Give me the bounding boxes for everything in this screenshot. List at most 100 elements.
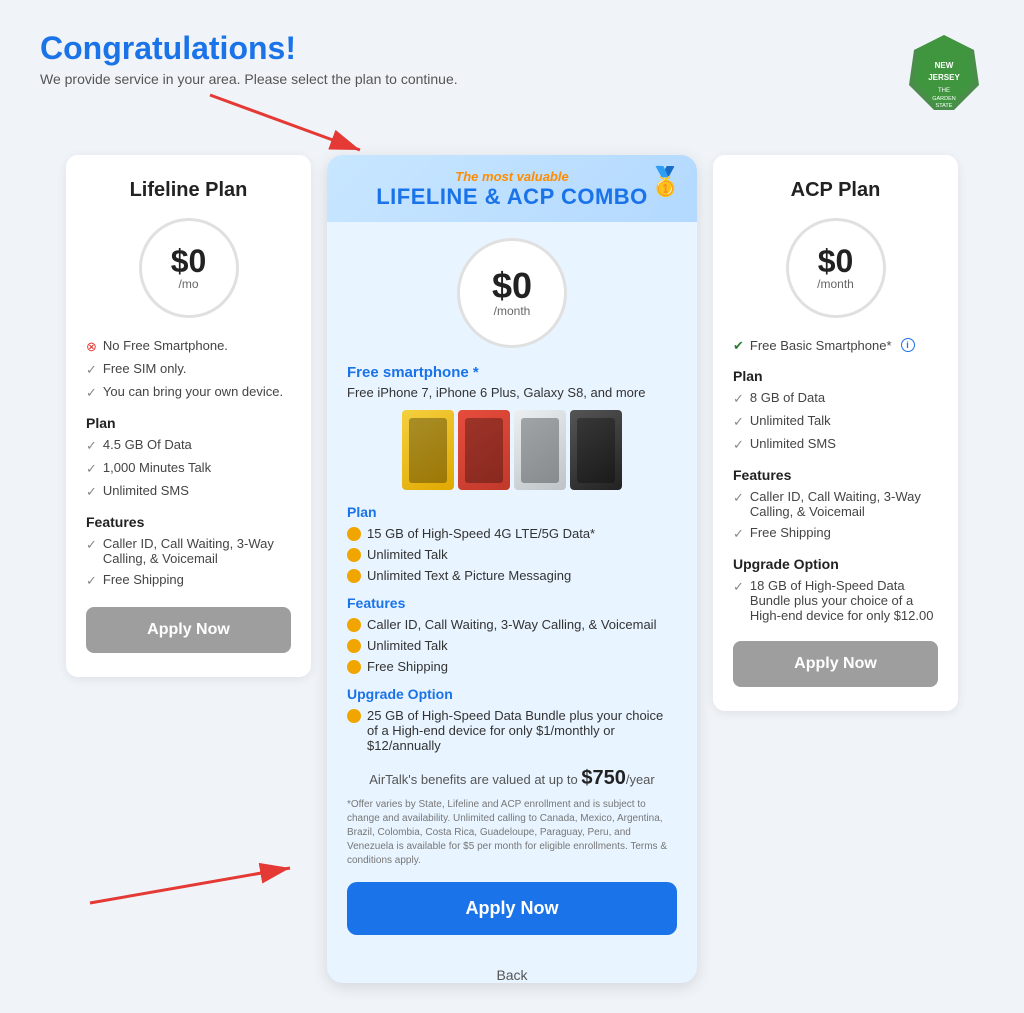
award-badge-icon: 🥇 — [648, 165, 683, 198]
acp-title: ACP Plan — [733, 179, 938, 202]
svg-text:STATE: STATE — [936, 103, 953, 109]
acp-apply-button[interactable]: Apply Now — [733, 641, 938, 687]
combo-features-label: Features — [347, 595, 677, 611]
acp-upgrade-item: ✓ 18 GB of High-Speed Data Bundle plus y… — [733, 578, 938, 623]
gold-bullet — [347, 660, 361, 674]
page-wrapper: Congratulations! We provide service in y… — [0, 0, 1024, 1013]
gold-bullet — [347, 569, 361, 583]
lifeline-features-list: ✓ Caller ID, Call Waiting, 3-Way Calling… — [86, 536, 291, 589]
lifeline-per: /mo — [178, 277, 198, 291]
header: Congratulations! We provide service in y… — [40, 30, 984, 125]
acp-price-circle: $0 /month — [786, 218, 886, 318]
acp-upgrade-features: ✓ 18 GB of High-Speed Data Bundle plus y… — [733, 578, 938, 623]
combo-per: /month — [494, 304, 531, 318]
check-icon: ✓ — [86, 385, 97, 401]
acp-price: $0 — [818, 245, 854, 277]
gold-bullet — [347, 548, 361, 562]
combo-apply-button[interactable]: Apply Now — [347, 882, 677, 935]
airtalk-value-text: AirTalk's benefits are valued at up to $… — [347, 767, 677, 790]
check-green-icon: ✔ — [733, 338, 744, 354]
acp-features-list: ✓ Caller ID, Call Waiting, 3-Way Calling… — [733, 489, 938, 542]
check-icon: ✓ — [733, 490, 744, 506]
gold-bullet — [347, 639, 361, 653]
check-icon: ✓ — [733, 437, 744, 453]
svg-text:THE: THE — [938, 88, 950, 94]
lifeline-data: ✓ 4.5 GB Of Data — [86, 437, 291, 454]
combo-data: 15 GB of High-Speed 4G LTE/5G Data* — [347, 526, 677, 541]
acp-upgrade-label: Upgrade Option — [733, 556, 938, 572]
gold-bullet — [347, 527, 361, 541]
combo-talk: Unlimited Talk — [347, 547, 677, 562]
combo-talk2: Unlimited Talk — [347, 638, 677, 653]
lifeline-plan-features: ✓ 4.5 GB Of Data ✓ 1,000 Minutes Talk ✓ … — [86, 437, 291, 500]
lifeline-no-smartphone: ⊗ No Free Smartphone. — [86, 338, 291, 355]
svg-text:NEW: NEW — [935, 61, 954, 70]
acp-plan-label: Plan — [733, 368, 938, 384]
combo-title: LIFELINE & ACP COMBO — [343, 184, 681, 210]
phone-gold — [402, 410, 454, 490]
acp-voicemail: ✓ Caller ID, Call Waiting, 3-Way Calling… — [733, 489, 938, 519]
combo-price: $0 — [492, 268, 532, 304]
combo-text: Unlimited Text & Picture Messaging — [347, 568, 677, 583]
check-icon: ✓ — [86, 484, 97, 500]
lifeline-free-sim: ✓ Free SIM only. — [86, 361, 291, 378]
check-icon: ✓ — [733, 391, 744, 407]
lifeline-shipping: ✓ Free Shipping — [86, 572, 291, 589]
combo-plan-features: 15 GB of High-Speed 4G LTE/5G Data* Unli… — [347, 526, 677, 583]
nj-logo: NEW JERSEY THE GARDEN STATE — [904, 30, 984, 125]
combo-upgrade-label: Upgrade Option — [347, 686, 677, 702]
phone-white — [514, 410, 566, 490]
lifeline-card: Lifeline Plan $0 /mo ⊗ No Free Smartphon… — [66, 155, 311, 677]
combo-disclaimer: *Offer varies by State, Lifeline and ACP… — [347, 798, 677, 868]
combo-voicemail: Caller ID, Call Waiting, 3-Way Calling, … — [347, 617, 677, 632]
check-icon: ✓ — [86, 537, 97, 553]
acp-per: /month — [817, 277, 854, 291]
acp-features-label: Features — [733, 467, 938, 483]
combo-card: The most valuable LIFELINE & ACP COMBO 🥇… — [327, 155, 697, 983]
check-icon: ✓ — [86, 362, 97, 378]
acp-card: ACP Plan $0 /month ✔ Free Basic Smartpho… — [713, 155, 958, 711]
most-valuable-label: The most valuable — [343, 169, 681, 184]
lifeline-features-label: Features — [86, 514, 291, 530]
lifeline-plan-label: Plan — [86, 415, 291, 431]
check-icon: ✓ — [86, 573, 97, 589]
gold-bullet — [347, 618, 361, 632]
lifeline-apply-button[interactable]: Apply Now — [86, 607, 291, 653]
check-icon: ✓ — [733, 414, 744, 430]
lifeline-voicemail: ✓ Caller ID, Call Waiting, 3-Way Calling… — [86, 536, 291, 566]
acp-plan-features: ✓ 8 GB of Data ✓ Unlimited Talk ✓ Unlimi… — [733, 390, 938, 453]
check-icon: ✓ — [86, 461, 97, 477]
lifeline-price: $0 — [171, 245, 207, 277]
airtalk-dollar: $750 — [581, 767, 626, 789]
combo-upgrade-features: 25 GB of High-Speed Data Bundle plus you… — [347, 708, 677, 753]
info-icon: i — [901, 338, 915, 352]
lifeline-price-circle: $0 /mo — [139, 218, 239, 318]
check-icon: ✓ — [733, 526, 744, 542]
phone-red — [458, 410, 510, 490]
check-icon: ✓ — [733, 579, 744, 595]
page-subtitle: We provide service in your area. Please … — [40, 71, 458, 87]
combo-features-list: Caller ID, Call Waiting, 3-Way Calling, … — [347, 617, 677, 674]
acp-talk: ✓ Unlimited Talk — [733, 413, 938, 430]
svg-text:JERSEY: JERSEY — [928, 73, 960, 82]
check-icon: ✓ — [86, 438, 97, 454]
gold-bullet — [347, 709, 361, 723]
combo-body: $0 /month Free smartphone * Free iPhone … — [327, 222, 697, 955]
plans-container: Lifeline Plan $0 /mo ⊗ No Free Smartphon… — [40, 155, 984, 983]
combo-shipping: Free Shipping — [347, 659, 677, 674]
page-title: Congratulations! — [40, 30, 458, 67]
lifeline-sms: ✓ Unlimited SMS — [86, 483, 291, 500]
free-smartphone-label: Free smartphone * — [347, 364, 677, 381]
combo-plan-label: Plan — [347, 504, 677, 520]
acp-data: ✓ 8 GB of Data — [733, 390, 938, 407]
header-left: Congratulations! We provide service in y… — [40, 30, 458, 87]
combo-price-circle: $0 /month — [457, 238, 567, 348]
back-link[interactable]: Back — [327, 967, 697, 983]
acp-free-smartphone: ✔ Free Basic Smartphone* i — [733, 338, 938, 354]
phone-images — [347, 410, 677, 490]
x-icon: ⊗ — [86, 339, 97, 355]
lifeline-byod: ✓ You can bring your own device. — [86, 384, 291, 401]
combo-header: The most valuable LIFELINE & ACP COMBO 🥇 — [327, 155, 697, 222]
lifeline-title: Lifeline Plan — [86, 179, 291, 202]
lifeline-talk: ✓ 1,000 Minutes Talk — [86, 460, 291, 477]
